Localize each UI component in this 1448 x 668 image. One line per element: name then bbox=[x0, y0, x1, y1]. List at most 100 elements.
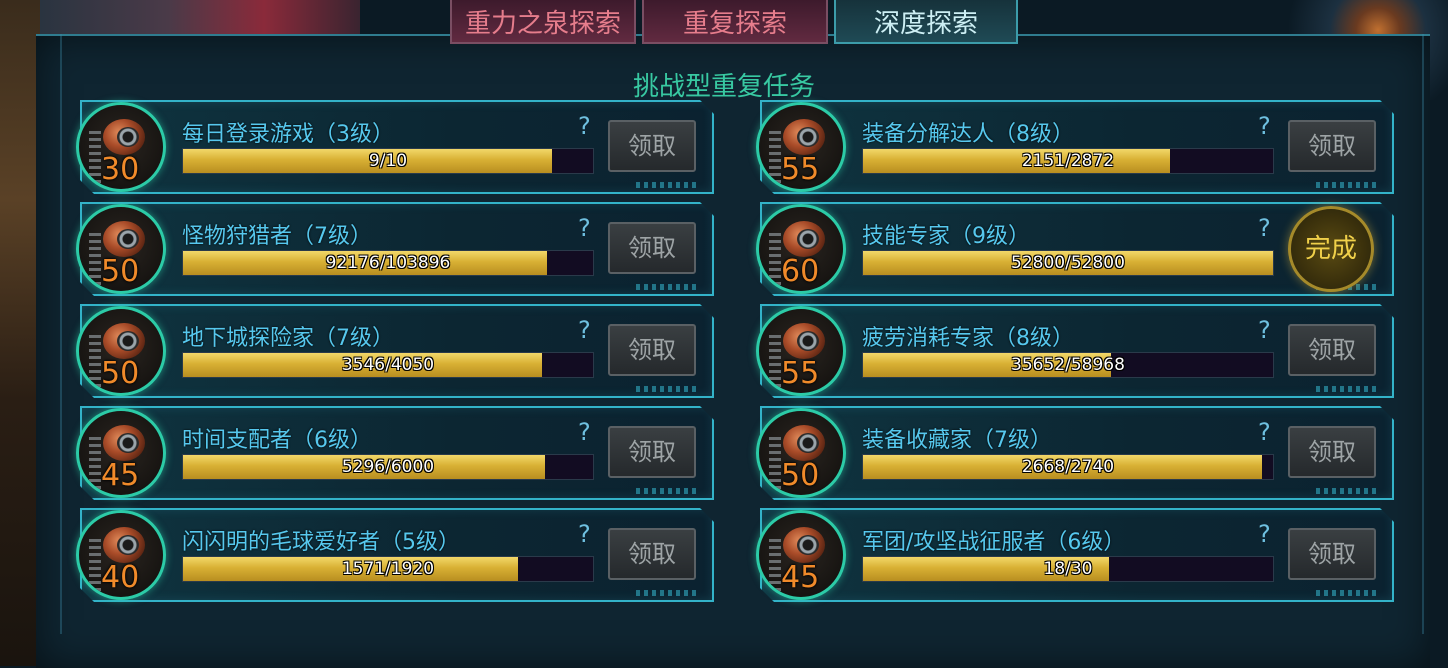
progress-bar: 2151/2872 bbox=[862, 148, 1274, 174]
reward-medal-icon: 50 bbox=[756, 408, 846, 498]
help-icon[interactable]: ? bbox=[1258, 418, 1271, 446]
card-decoration bbox=[1316, 386, 1376, 392]
reward-medal-icon: 45 bbox=[76, 408, 166, 498]
task-name: 闪闪明的毛球爱好者（5级） bbox=[182, 530, 460, 555]
medal-eye bbox=[797, 331, 819, 351]
claim-button[interactable]: 领取 bbox=[608, 426, 696, 478]
reward-medal-icon: 60 bbox=[756, 204, 846, 294]
progress-bar: 18/30 bbox=[862, 556, 1274, 582]
progress-bar: 5296/6000 bbox=[182, 454, 594, 480]
medal-bars bbox=[89, 335, 101, 387]
medal-eye bbox=[117, 433, 139, 453]
task-name: 装备分解达人（8级） bbox=[862, 122, 1074, 147]
medal-eye bbox=[797, 433, 819, 453]
medal-eye bbox=[117, 127, 139, 147]
claim-button[interactable]: 领取 bbox=[1288, 120, 1376, 172]
medal-bars bbox=[769, 437, 781, 489]
medal-eye bbox=[117, 331, 139, 351]
progress-text: 5296/6000 bbox=[341, 457, 435, 477]
card-decoration bbox=[1316, 590, 1376, 596]
claim-button[interactable]: 领取 bbox=[608, 222, 696, 274]
claim-button[interactable]: 领取 bbox=[608, 120, 696, 172]
help-icon[interactable]: ? bbox=[578, 112, 591, 140]
reward-medal-icon: 40 bbox=[76, 510, 166, 600]
progress-bar: 9/10 bbox=[182, 148, 594, 174]
medal-bars bbox=[769, 539, 781, 591]
progress-text: 18/30 bbox=[1043, 559, 1093, 579]
help-icon[interactable]: ? bbox=[578, 316, 591, 344]
reward-medal-icon: 55 bbox=[756, 306, 846, 396]
card-decoration bbox=[1316, 488, 1376, 494]
progress-text: 92176/103896 bbox=[325, 253, 451, 273]
task-name: 疲劳消耗专家（8级） bbox=[862, 326, 1074, 351]
reward-level-number: 45 bbox=[101, 458, 140, 493]
card-decoration bbox=[636, 182, 696, 188]
reward-level-number: 30 bbox=[101, 152, 140, 187]
progress-bar: 52800/52800 bbox=[862, 250, 1274, 276]
help-icon[interactable]: ? bbox=[1258, 214, 1271, 242]
help-icon[interactable]: ? bbox=[1258, 112, 1271, 140]
reward-level-number: 60 bbox=[781, 254, 820, 289]
progress-bar: 3546/4050 bbox=[182, 352, 594, 378]
card-decoration bbox=[636, 386, 696, 392]
tab-gravity-spring-explore[interactable]: 重力之泉探索 bbox=[450, 0, 636, 44]
card-decoration bbox=[636, 590, 696, 596]
help-icon[interactable]: ? bbox=[578, 520, 591, 548]
progress-bar: 2668/2740 bbox=[862, 454, 1274, 480]
medal-eye bbox=[797, 229, 819, 249]
reward-medal-icon: 30 bbox=[76, 102, 166, 192]
card-decoration bbox=[1316, 182, 1376, 188]
reward-medal-icon: 50 bbox=[76, 306, 166, 396]
reward-medal-icon: 55 bbox=[756, 102, 846, 192]
tab-repeat-explore[interactable]: 重复探索 bbox=[642, 0, 828, 44]
claim-button[interactable]: 领取 bbox=[1288, 528, 1376, 580]
claim-button[interactable]: 领取 bbox=[1288, 426, 1376, 478]
claim-button[interactable]: 领取 bbox=[1288, 324, 1376, 376]
tab-deep-explore[interactable]: 深度探索 bbox=[834, 0, 1018, 44]
reward-level-number: 45 bbox=[781, 560, 820, 595]
reward-level-number: 40 bbox=[101, 560, 140, 595]
complete-badge[interactable]: 完成 bbox=[1288, 206, 1374, 292]
help-icon[interactable]: ? bbox=[1258, 520, 1271, 548]
reward-level-number: 50 bbox=[101, 254, 140, 289]
progress-text: 52800/52800 bbox=[1011, 253, 1125, 273]
reward-level-number: 55 bbox=[781, 356, 820, 391]
progress-text: 2668/2740 bbox=[1021, 457, 1115, 477]
medal-bars bbox=[89, 437, 101, 489]
help-icon[interactable]: ? bbox=[578, 418, 591, 446]
task-name: 怪物狩猎者（7级） bbox=[182, 224, 372, 249]
medal-bars bbox=[89, 131, 101, 183]
progress-bar: 1571/1920 bbox=[182, 556, 594, 582]
medal-eye bbox=[117, 229, 139, 249]
reward-medal-icon: 50 bbox=[76, 204, 166, 294]
reward-level-number: 55 bbox=[781, 152, 820, 187]
medal-bars bbox=[769, 335, 781, 387]
reward-medal-icon: 45 bbox=[756, 510, 846, 600]
task-name: 军团/攻坚战征服者（6级） bbox=[862, 530, 1126, 555]
medal-bars bbox=[769, 233, 781, 285]
task-name: 时间支配者（6级） bbox=[182, 428, 372, 453]
progress-bar: 92176/103896 bbox=[182, 250, 594, 276]
medal-eye bbox=[797, 535, 819, 555]
claim-button[interactable]: 领取 bbox=[608, 528, 696, 580]
task-name: 技能专家（9级） bbox=[862, 224, 1030, 249]
medal-eye bbox=[797, 127, 819, 147]
progress-text: 3546/4050 bbox=[341, 355, 435, 375]
help-icon[interactable]: ? bbox=[578, 214, 591, 242]
medal-eye bbox=[117, 535, 139, 555]
progress-text: 1571/1920 bbox=[341, 559, 435, 579]
medal-bars bbox=[89, 233, 101, 285]
background-art-top bbox=[40, 0, 360, 38]
progress-text: 9/10 bbox=[368, 151, 408, 171]
medal-bars bbox=[89, 539, 101, 591]
claim-button[interactable]: 领取 bbox=[608, 324, 696, 376]
task-name: 装备收藏家（7级） bbox=[862, 428, 1052, 453]
reward-level-number: 50 bbox=[101, 356, 140, 391]
medal-bars bbox=[769, 131, 781, 183]
task-name: 每日登录游戏（3级） bbox=[182, 122, 394, 147]
progress-bar: 35652/58968 bbox=[862, 352, 1274, 378]
help-icon[interactable]: ? bbox=[1258, 316, 1271, 344]
progress-text: 2151/2872 bbox=[1021, 151, 1115, 171]
card-decoration bbox=[636, 488, 696, 494]
card-decoration bbox=[636, 284, 696, 290]
